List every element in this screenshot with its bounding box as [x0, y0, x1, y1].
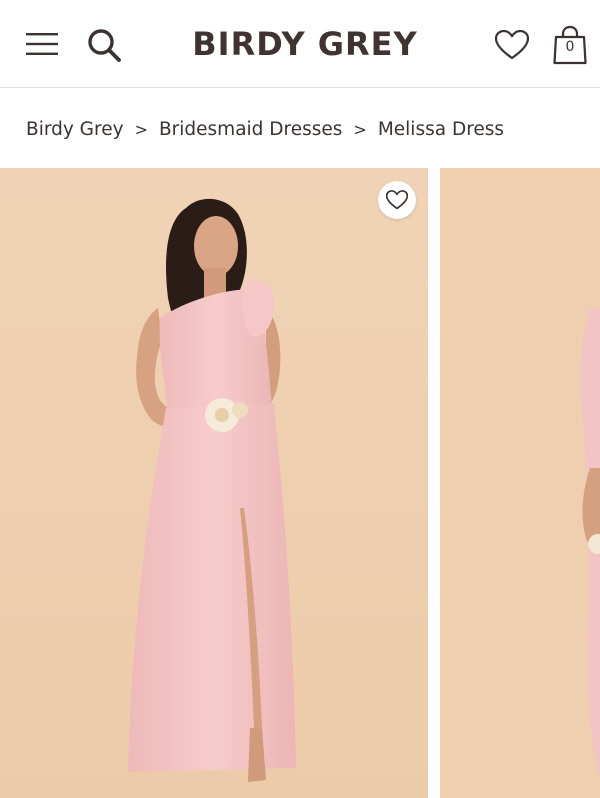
product-image-next[interactable]	[440, 168, 600, 798]
heart-icon	[386, 190, 408, 210]
hamburger-menu-icon	[25, 31, 59, 57]
breadcrumb-link-bridesmaid-dresses[interactable]: Bridesmaid Dresses	[159, 119, 342, 140]
brand-logo[interactable]: BIRDY GREY	[160, 20, 450, 68]
heart-icon	[495, 30, 529, 60]
model-dress-illustration	[0, 168, 428, 798]
breadcrumb-separator: >	[353, 119, 367, 139]
breadcrumb-link-home[interactable]: Birdy Grey	[26, 119, 124, 140]
add-to-wishlist-button[interactable]	[378, 181, 416, 219]
breadcrumb-separator: >	[134, 119, 148, 139]
product-image-main[interactable]	[0, 168, 428, 798]
breadcrumb: Birdy Grey > Bridesmaid Dresses > Meliss…	[26, 114, 504, 144]
menu-button[interactable]	[22, 24, 62, 64]
search-icon	[86, 27, 122, 63]
site-header: BIRDY GREY 0	[0, 0, 600, 88]
wishlist-button[interactable]	[492, 24, 532, 66]
cart-count: 0	[565, 39, 575, 55]
product-image-gallery[interactable]	[0, 168, 600, 798]
next-image-preview	[440, 168, 600, 798]
search-button[interactable]	[82, 23, 126, 67]
shopping-bag-button[interactable]: 0	[548, 22, 592, 68]
breadcrumb-current-page: Melissa Dress	[377, 118, 505, 140]
